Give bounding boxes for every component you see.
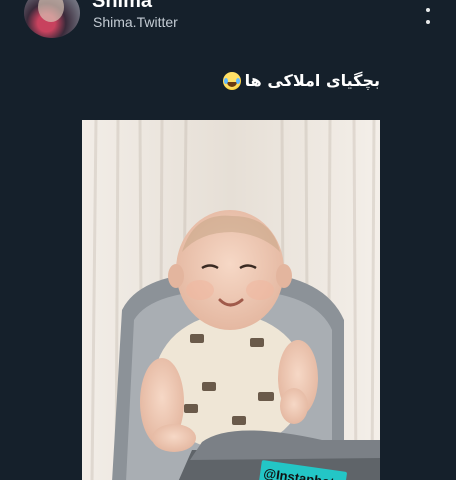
more-vertical-icon-dot-2	[426, 8, 430, 12]
tweet-media-image[interactable]: @Instaphoto	[82, 120, 380, 480]
face-with-tears-of-joy-icon	[222, 72, 241, 90]
author-name[interactable]: Shima	[92, 0, 152, 12]
more-vertical-icon-dot-3	[426, 20, 430, 24]
avatar[interactable]	[24, 0, 80, 38]
more-options-button[interactable]	[416, 0, 440, 24]
baby-photo	[82, 120, 380, 480]
tweet-text: بچگیای املاکی ها	[222, 70, 380, 92]
author-handle[interactable]: Shima.Twitter	[93, 14, 178, 30]
avatar-face	[38, 0, 64, 22]
tweet-text-content: بچگیای املاکی ها	[244, 71, 380, 90]
tweet-screen: Shima Shima.Twitter بچگیای املاکی ها @In…	[0, 0, 456, 480]
